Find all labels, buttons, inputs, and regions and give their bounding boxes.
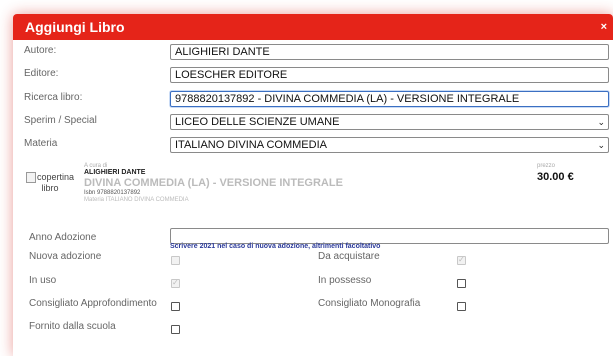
book-author: ALIGHIERI DANTE [84, 169, 146, 176]
book-isbn: Isbn 9788820137892 [84, 190, 141, 196]
book-price: 30.00 € [537, 171, 574, 183]
checkmark-icon: ✓ [458, 255, 465, 264]
book-cover-image: copertina libro [24, 172, 76, 193]
recommended-deepening-label: Consigliato Approfondimento [29, 298, 157, 309]
chevron-down-icon: ⌄ [597, 117, 605, 127]
recommended-monograph-label: Consigliato Monografia [318, 298, 421, 309]
cover-alt-text: copertina libro [36, 172, 75, 193]
author-label: Autore: [24, 45, 57, 56]
book-info: copertina libro A cura di ALIGHIERI DANT… [24, 163, 604, 223]
to-buy-label: Da acquistare [318, 251, 380, 262]
in-use-label: In uso [29, 275, 57, 286]
adoption-hint: Scrivere 2021 nel caso di nuova adozione… [170, 243, 381, 250]
school-provided-label: Fornito dalla scuola [29, 321, 116, 332]
checkmark-icon: ✓ [172, 278, 179, 287]
sperim-select-value: LICEO DELLE SCIENZE UMANE [175, 116, 340, 128]
subject-select[interactable]: ITALIANO DIVINA COMMEDIA ⌄ [170, 137, 609, 153]
subject-select-value: ITALIANO DIVINA COMMEDIA [175, 139, 327, 151]
recommended-monograph-checkbox[interactable] [457, 302, 466, 311]
adoption-year-label: Anno Adozione [29, 232, 97, 243]
add-book-modal: Aggiungi Libro × Autore: ALIGHIERI DANTE… [13, 14, 613, 356]
publisher-input[interactable]: LOESCHER EDITORE [170, 67, 609, 83]
owned-checkbox[interactable] [457, 279, 466, 288]
adoption-year-input[interactable] [170, 228, 609, 244]
modal-title: Aggiungi Libro [25, 19, 125, 35]
book-search-input[interactable]: 9788820137892 - DIVINA COMMEDIA (LA) - V… [170, 91, 609, 107]
new-adoption-checkbox[interactable] [171, 256, 180, 265]
modal-header: Aggiungi Libro × [13, 14, 613, 40]
chevron-down-icon: ⌄ [597, 140, 605, 150]
book-title: DIVINA COMMEDIA (LA) - VERSIONE INTEGRAL… [84, 177, 343, 189]
sperim-select[interactable]: LICEO DELLE SCIENZE UMANE ⌄ [170, 114, 609, 130]
publisher-label: Editore: [24, 68, 59, 79]
close-icon[interactable]: × [601, 21, 607, 33]
school-provided-checkbox[interactable] [171, 325, 180, 334]
price-label: prezzo [537, 163, 556, 169]
author-input[interactable]: ALIGHIERI DANTE [170, 44, 609, 60]
book-subject: Materia ITALIANO DIVINA COMMEDIA [84, 197, 189, 203]
new-adoption-label: Nuova adozione [29, 251, 102, 262]
to-buy-checkbox[interactable]: ✓ [457, 255, 466, 265]
book-meta: A cura di ALIGHIERI DANTE DIVINA COMMEDI… [84, 163, 343, 203]
owned-label: In possesso [318, 275, 372, 286]
sperim-label: Sperim / Special [24, 115, 97, 126]
in-use-checkbox[interactable]: ✓ [171, 278, 180, 288]
recommended-deepening-checkbox[interactable] [171, 302, 180, 311]
book-search-label: Ricerca libro: [24, 92, 83, 103]
broken-image-icon [25, 172, 36, 183]
subject-label: Materia [24, 138, 58, 149]
